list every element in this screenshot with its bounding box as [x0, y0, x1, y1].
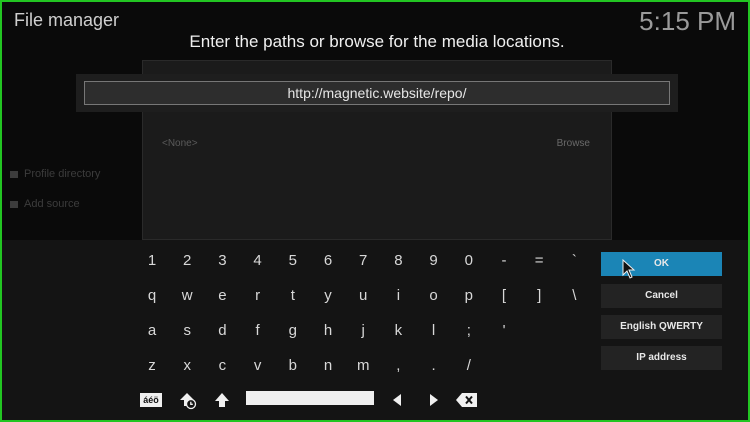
input-panel: http://magnetic.website/repo/ — [76, 74, 678, 112]
keyboard-key[interactable]: n — [313, 353, 343, 379]
keyboard-key[interactable]: [ — [489, 283, 519, 309]
keyboard-layout-button[interactable]: English QWERTY — [601, 315, 722, 339]
keyboard-key[interactable]: 6 — [313, 248, 343, 274]
keyboard-key[interactable]: c — [207, 353, 237, 379]
keyboard-key[interactable]: f — [243, 318, 273, 344]
dialog-heading: Enter the paths or browse for the media … — [189, 32, 565, 51]
keyboard-key[interactable]: x — [172, 353, 202, 379]
keyboard-key[interactable]: = — [524, 248, 554, 274]
keyboard-key[interactable]: q — [137, 283, 167, 309]
window-title: File manager — [14, 10, 120, 30]
keyboard-key[interactable]: d — [207, 318, 237, 344]
keyboard-key[interactable]: ] — [524, 283, 554, 309]
keyboard-key[interactable]: y — [313, 283, 343, 309]
keyboard-key[interactable]: ; — [454, 318, 484, 344]
keyboard-key[interactable]: 8 — [383, 248, 413, 274]
mouse-cursor-icon — [622, 258, 636, 284]
bg-side-item: Profile directory — [10, 168, 100, 180]
keyboard-key[interactable]: p — [454, 283, 484, 309]
keyboard-key[interactable]: i — [383, 283, 413, 309]
keyboard-key[interactable]: v — [243, 353, 273, 379]
keyboard-key[interactable]: j — [348, 318, 378, 344]
arrow-right-icon[interactable] — [423, 387, 445, 413]
keyboard-key[interactable]: / — [454, 353, 484, 379]
bg-browse-button: Browse — [556, 138, 590, 149]
keyboard-key[interactable]: h — [313, 318, 343, 344]
folder-icon — [10, 200, 18, 208]
keyboard-key[interactable]: 1 — [137, 248, 167, 274]
path-input[interactable]: http://magnetic.website/repo/ — [84, 81, 670, 105]
layout-switch-icon[interactable] — [176, 387, 198, 413]
bg-side-item: Add source — [10, 198, 80, 210]
arrow-left-icon[interactable] — [386, 387, 408, 413]
ip-address-button[interactable]: IP address — [601, 346, 722, 370]
keyboard-key[interactable]: \ — [559, 283, 589, 309]
keyboard-key[interactable]: . — [419, 353, 449, 379]
bg-source-row: <None> — [162, 138, 198, 149]
keyboard-key[interactable]: k — [383, 318, 413, 344]
keyboard-key[interactable]: 4 — [243, 248, 273, 274]
keyboard-key[interactable]: ' — [489, 318, 519, 344]
keyboard-key[interactable]: l — [419, 318, 449, 344]
keyboard-key[interactable]: 0 — [454, 248, 484, 274]
keyboard-key[interactable]: s — [172, 318, 202, 344]
keyboard-key[interactable]: 5 — [278, 248, 308, 274]
keyboard-key[interactable]: - — [489, 248, 519, 274]
keyboard-key[interactable]: a — [137, 318, 167, 344]
keyboard-key[interactable]: ` — [559, 248, 589, 274]
shift-icon[interactable] — [211, 387, 233, 413]
keyboard-key[interactable]: z — [137, 353, 167, 379]
keyboard-key[interactable]: t — [278, 283, 308, 309]
keyboard-key[interactable]: 3 — [207, 248, 237, 274]
keyboard-key[interactable]: , — [383, 353, 413, 379]
keyboard-key[interactable]: e — [207, 283, 237, 309]
cancel-button[interactable]: Cancel — [601, 284, 722, 308]
keyboard-key[interactable]: r — [243, 283, 273, 309]
folder-icon — [10, 170, 18, 178]
keyboard-key[interactable]: m — [348, 353, 378, 379]
keyboard-key[interactable]: b — [278, 353, 308, 379]
keyboard-key[interactable]: g — [278, 318, 308, 344]
keyboard-key[interactable]: 7 — [348, 248, 378, 274]
space-bar[interactable] — [246, 391, 374, 405]
backspace-icon[interactable] — [454, 387, 480, 413]
screen: File manager 5:15 PM Profile directory A… — [0, 0, 750, 422]
keyboard-key[interactable]: u — [348, 283, 378, 309]
ok-button[interactable]: OK — [601, 252, 722, 276]
accent-key[interactable]: áéö — [140, 393, 162, 407]
keyboard-key[interactable]: o — [419, 283, 449, 309]
keyboard-key[interactable]: 9 — [419, 248, 449, 274]
keyboard-key[interactable]: 2 — [172, 248, 202, 274]
keyboard-key[interactable]: w — [172, 283, 202, 309]
